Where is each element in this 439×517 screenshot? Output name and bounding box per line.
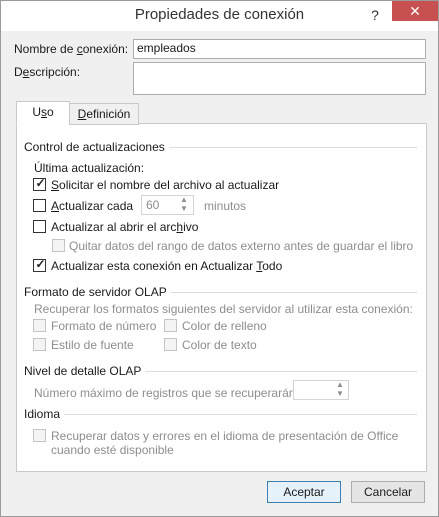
- fill-color-checkbox[interactable]: [164, 319, 177, 332]
- fill-color-label: Color de relleno: [182, 319, 267, 333]
- ask-filename-label: Solicitar el nombre del archivo al actua…: [51, 178, 280, 192]
- minutes-label: minutos: [204, 199, 247, 213]
- font-style-checkbox[interactable]: [33, 338, 46, 351]
- connection-name-input[interactable]: empleados: [133, 39, 426, 59]
- language-label-line1: Recuperar datos y errores en el idioma d…: [51, 429, 399, 443]
- olap-format-description: Recuperar los formatos siguientes del se…: [34, 302, 413, 316]
- spin-down-icon: ▼: [180, 204, 188, 213]
- number-format-checkbox[interactable]: [33, 319, 46, 332]
- close-button[interactable]: ✕: [392, 1, 438, 21]
- cancel-button[interactable]: Cancelar: [351, 481, 425, 503]
- number-format-label: Formato de número: [51, 319, 157, 333]
- tab-definicion[interactable]: Definición: [69, 103, 139, 125]
- language-label-line2: cuando esté disponible: [51, 443, 174, 457]
- refresh-every-label: Actualizar cada: [51, 199, 134, 213]
- accept-button[interactable]: Aceptar: [267, 481, 341, 503]
- olap-detail-title: Nivel de detalle OLAP: [24, 364, 146, 378]
- group-divider: [25, 414, 417, 415]
- refresh-all-label: Actualizar esta conexión en Actualizar T…: [51, 259, 283, 273]
- connection-properties-dialog: Propiedades de conexión ? ✕ Nombre de co…: [0, 0, 439, 517]
- minutes-spinner[interactable]: 60 ▲ ▼: [141, 195, 194, 215]
- max-records-spinner[interactable]: ▲ ▼: [293, 380, 349, 400]
- last-update-label: Última actualización:: [34, 161, 145, 175]
- max-records-label: Número máximo de registros que se recupe…: [34, 386, 299, 400]
- description-input[interactable]: [133, 62, 426, 95]
- refresh-every-checkbox[interactable]: [33, 199, 46, 212]
- connection-name-label: Nombre de conexión:: [14, 42, 129, 56]
- spin-up-icon: ▲: [336, 380, 344, 389]
- text-color-checkbox[interactable]: [164, 338, 177, 351]
- title-bar: Propiedades de conexión ? ✕: [1, 1, 438, 31]
- ask-filename-checkbox[interactable]: ✓: [33, 176, 46, 191]
- checkmark-icon: ✓: [35, 176, 46, 190]
- remove-data-label: Quitar datos del rango de datos externo …: [69, 239, 414, 253]
- refresh-all-checkbox[interactable]: ✓: [33, 257, 46, 272]
- text-color-label: Color de texto: [182, 338, 257, 352]
- minutes-value: 60: [146, 198, 160, 212]
- checkmark-icon: ✓: [35, 257, 46, 271]
- olap-format-title: Formato de servidor OLAP: [24, 285, 171, 299]
- font-style-label: Estilo de fuente: [51, 338, 134, 352]
- spin-down-icon: ▼: [336, 389, 344, 398]
- language-title: Idioma: [24, 407, 65, 421]
- help-button[interactable]: ?: [365, 5, 385, 25]
- language-checkbox[interactable]: [33, 429, 46, 442]
- remove-data-checkbox[interactable]: [52, 239, 65, 252]
- update-control-title: Control de actualizaciones: [24, 140, 169, 154]
- refresh-on-open-label: Actualizar al abrir el archivo: [51, 220, 199, 234]
- close-icon: ✕: [409, 3, 421, 19]
- spin-up-icon: ▲: [180, 195, 188, 204]
- tab-uso[interactable]: Uso: [16, 101, 70, 125]
- refresh-on-open-checkbox[interactable]: [33, 220, 46, 233]
- description-label: Descripción:: [14, 65, 81, 79]
